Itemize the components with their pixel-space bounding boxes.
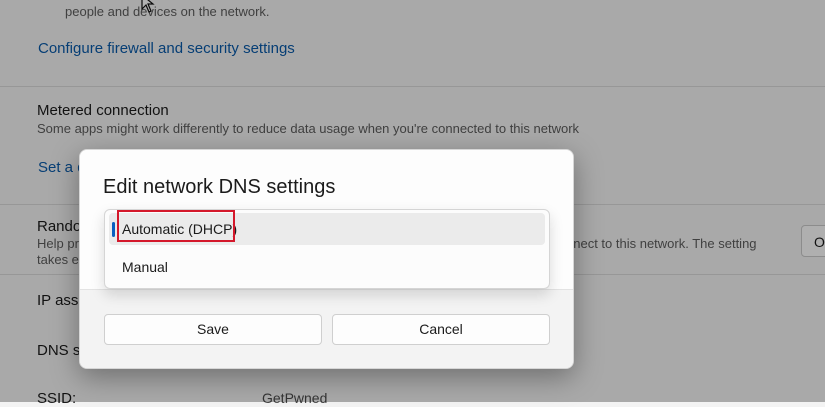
edit-dns-dialog: Edit network DNS settings Automatic (DHC…: [79, 149, 574, 369]
selected-indicator: [112, 222, 115, 237]
dropdown-option-manual[interactable]: Manual: [109, 251, 545, 283]
dialog-title: Edit network DNS settings: [103, 176, 336, 198]
dropdown-option-automatic-dhcp[interactable]: Automatic (DHCP): [109, 210, 545, 245]
option-label: Manual: [122, 259, 168, 275]
dns-mode-dropdown-list: Automatic (DHCP) Manual: [104, 209, 550, 289]
cancel-button[interactable]: Cancel: [332, 314, 550, 345]
save-button[interactable]: Save: [104, 314, 322, 345]
annotation-highlight-box: [117, 210, 235, 242]
